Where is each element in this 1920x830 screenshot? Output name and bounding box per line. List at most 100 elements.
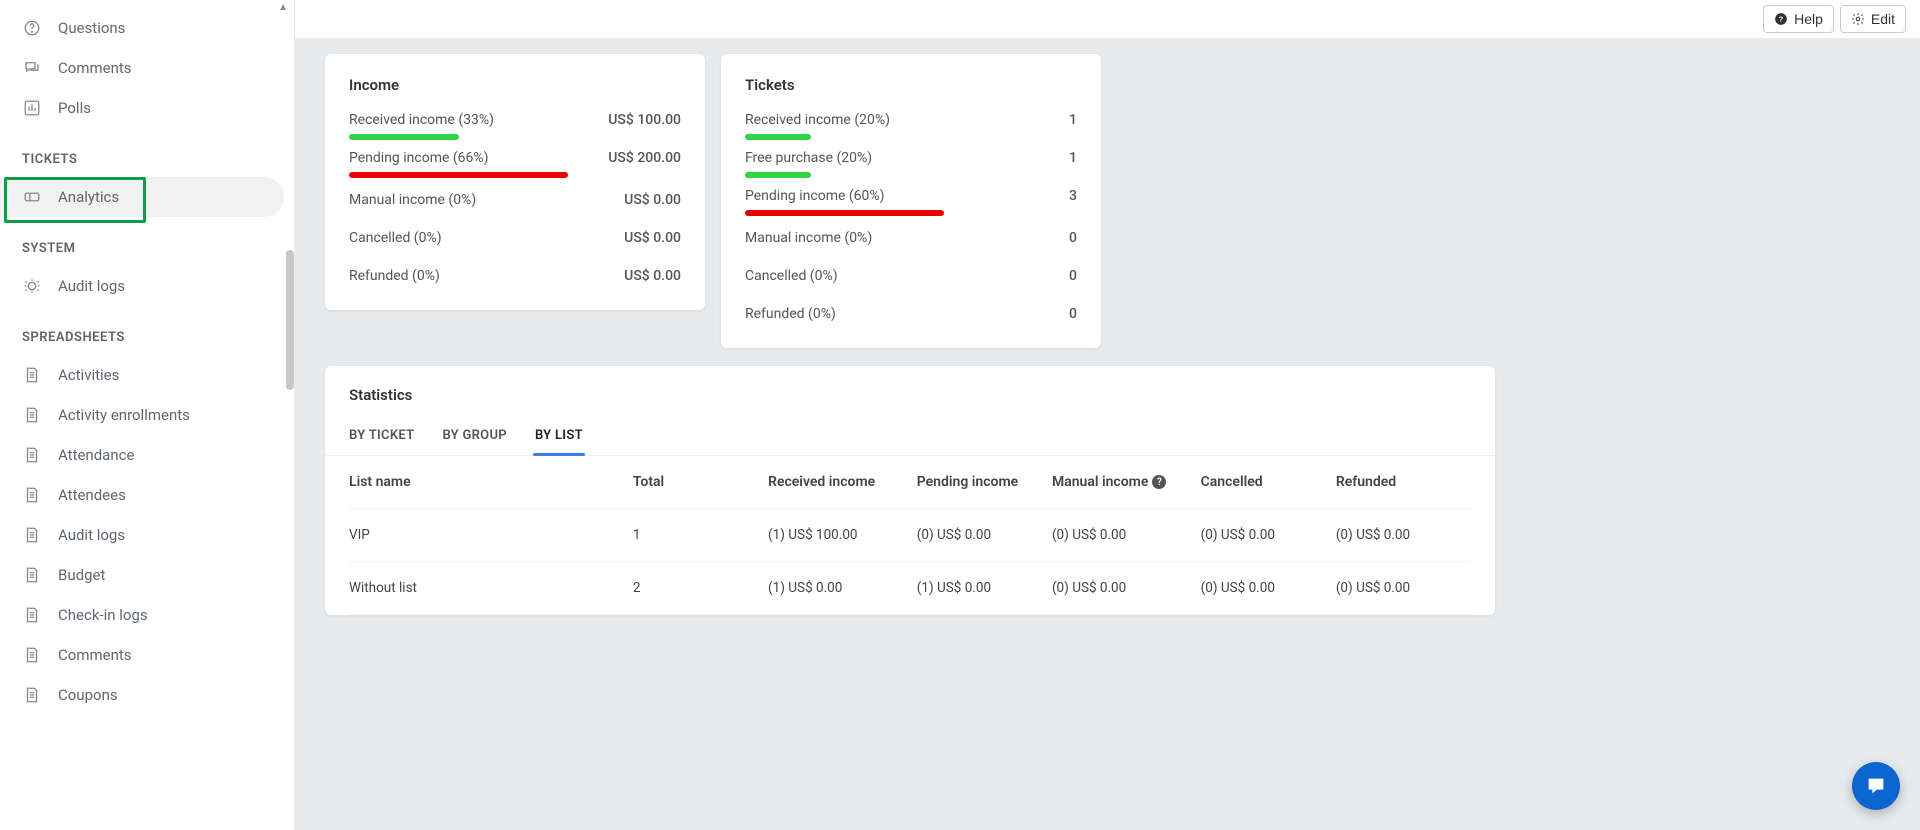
svg-text:?: ? xyxy=(1779,14,1784,23)
tickets-row-pending: Pending income (60%) 3 xyxy=(745,188,1077,204)
tickets-card: Tickets Received income (20%) 1 Free pur… xyxy=(721,54,1101,348)
scroll-up-arrow-icon[interactable]: ▲ xyxy=(278,2,288,13)
stat-value: 0 xyxy=(1069,268,1077,284)
sidebar-item-activity-enrollments[interactable]: Activity enrollments xyxy=(0,395,294,435)
table-row: VIP 1 (1) US$ 100.00 (0) US$ 0.00 (0) US… xyxy=(349,509,1471,562)
stat-value: US$ 100.00 xyxy=(608,112,681,128)
question-circle-icon xyxy=(22,18,42,38)
bug-icon xyxy=(22,276,42,296)
stat-label: Free purchase (20%) xyxy=(745,150,872,166)
sidebar-section-tickets: TICKETS xyxy=(0,128,294,177)
help-tooltip-icon[interactable]: ? xyxy=(1152,475,1166,489)
cell-list-name: Without list xyxy=(349,580,633,596)
content-area: Income Received income (33%) US$ 100.00 … xyxy=(295,38,1920,830)
cell-manual: (0) US$ 0.00 xyxy=(1052,580,1201,596)
stat-label: Pending income (66%) xyxy=(349,150,489,166)
sidebar-item-comments[interactable]: Comments xyxy=(0,48,294,88)
stat-label: Manual income (0%) xyxy=(349,192,476,208)
income-row-refunded: Refunded (0%) US$ 0.00 xyxy=(349,268,681,284)
sidebar-item-audit-logs-sheet[interactable]: Audit logs xyxy=(0,515,294,555)
stat-value: US$ 0.00 xyxy=(624,268,681,284)
sidebar-item-label: Questions xyxy=(58,19,125,37)
button-label: Help xyxy=(1794,11,1823,27)
sidebar-item-label: Comments xyxy=(58,646,132,664)
sidebar-item-label: Analytics xyxy=(58,188,119,206)
progress-bar xyxy=(349,172,568,178)
cell-cancelled: (0) US$ 0.00 xyxy=(1201,527,1336,543)
sidebar-item-attendees[interactable]: Attendees xyxy=(0,475,294,515)
tab-by-list[interactable]: BY LIST xyxy=(535,420,583,455)
sidebar-item-label: Audit logs xyxy=(58,526,125,544)
sidebar-item-label: Check-in logs xyxy=(58,606,148,624)
stat-value: 1 xyxy=(1069,150,1077,166)
sidebar-item-attendance[interactable]: Attendance xyxy=(0,435,294,475)
sidebar-item-label: Budget xyxy=(58,566,105,584)
sidebar-item-polls[interactable]: Polls xyxy=(0,88,294,128)
sidebar-section-system: SYSTEM xyxy=(0,217,294,266)
income-row-manual: Manual income (0%) US$ 0.00 xyxy=(349,192,681,208)
col-refunded: Refunded xyxy=(1336,474,1471,490)
sidebar-item-check-in-logs[interactable]: Check-in logs xyxy=(0,595,294,635)
col-pending: Pending income xyxy=(917,474,1052,490)
cell-received: (1) US$ 0.00 xyxy=(768,580,917,596)
stat-value: US$ 0.00 xyxy=(624,192,681,208)
sidebar-item-label: Audit logs xyxy=(58,277,125,295)
col-list-name: List name xyxy=(349,474,633,490)
progress-bar xyxy=(349,134,459,140)
sidebar-item-questions[interactable]: Questions xyxy=(0,8,294,48)
stat-label: Received income (20%) xyxy=(745,112,890,128)
tab-by-group[interactable]: BY GROUP xyxy=(442,420,507,455)
sidebar-item-budget[interactable]: Budget xyxy=(0,555,294,595)
progress-bar xyxy=(745,134,811,140)
col-received: Received income xyxy=(768,474,917,490)
file-icon xyxy=(22,565,42,585)
stat-value: 3 xyxy=(1069,188,1077,204)
statistics-tabs: BY TICKET BY GROUP BY LIST xyxy=(325,414,1495,456)
sidebar-item-comments-sheet[interactable]: Comments xyxy=(0,635,294,675)
col-label: Manual income xyxy=(1052,474,1148,490)
comments-icon xyxy=(22,58,42,78)
cell-cancelled: (0) US$ 0.00 xyxy=(1201,580,1336,596)
chat-launcher-button[interactable] xyxy=(1852,762,1900,810)
cell-refunded: (0) US$ 0.00 xyxy=(1336,527,1471,543)
topbar: ? Help Edit xyxy=(295,0,1920,38)
sidebar-item-activities[interactable]: Activities xyxy=(0,355,294,395)
file-icon xyxy=(22,405,42,425)
ticket-icon xyxy=(22,187,42,207)
card-title: Statistics xyxy=(325,386,1495,414)
help-button[interactable]: ? Help xyxy=(1763,5,1834,33)
col-total: Total xyxy=(633,474,768,490)
cell-pending: (0) US$ 0.00 xyxy=(917,527,1052,543)
progress-bar xyxy=(745,172,811,178)
sidebar-item-coupons[interactable]: Coupons xyxy=(0,675,294,715)
cell-received: (1) US$ 100.00 xyxy=(768,527,917,543)
edit-button[interactable]: Edit xyxy=(1840,5,1906,33)
button-label: Edit xyxy=(1871,11,1895,27)
file-icon xyxy=(22,645,42,665)
scrollbar-thumb[interactable] xyxy=(286,250,294,390)
stat-label: Received income (33%) xyxy=(349,112,494,128)
income-row-pending: Pending income (66%) US$ 200.00 xyxy=(349,150,681,166)
stat-label: Refunded (0%) xyxy=(745,306,836,322)
tickets-row-manual: Manual income (0%) 0 xyxy=(745,230,1077,246)
help-circle-icon: ? xyxy=(1774,12,1788,26)
stat-label: Cancelled (0%) xyxy=(745,268,838,284)
income-row-cancelled: Cancelled (0%) US$ 0.00 xyxy=(349,230,681,246)
stat-label: Refunded (0%) xyxy=(349,268,440,284)
tickets-row-free: Free purchase (20%) 1 xyxy=(745,150,1077,166)
tab-by-ticket[interactable]: BY TICKET xyxy=(349,420,414,455)
stat-label: Pending income (60%) xyxy=(745,188,885,204)
main-content: ? Help Edit Income Received income (33%)… xyxy=(295,0,1920,830)
sidebar-section-spreadsheets: SPREADSHEETS xyxy=(0,306,294,355)
sidebar-item-label: Activity enrollments xyxy=(58,406,190,424)
bar-chart-icon xyxy=(22,98,42,118)
sidebar-item-analytics[interactable]: Analytics xyxy=(0,177,284,217)
file-icon xyxy=(22,605,42,625)
sidebar-item-label: Attendees xyxy=(58,486,126,504)
file-icon xyxy=(22,685,42,705)
stat-value: US$ 200.00 xyxy=(608,150,681,166)
sidebar-item-audit-logs[interactable]: Audit logs xyxy=(0,266,294,306)
tickets-row-refunded: Refunded (0%) 0 xyxy=(745,306,1077,322)
stat-value: 0 xyxy=(1069,306,1077,322)
tickets-row-cancelled: Cancelled (0%) 0 xyxy=(745,268,1077,284)
